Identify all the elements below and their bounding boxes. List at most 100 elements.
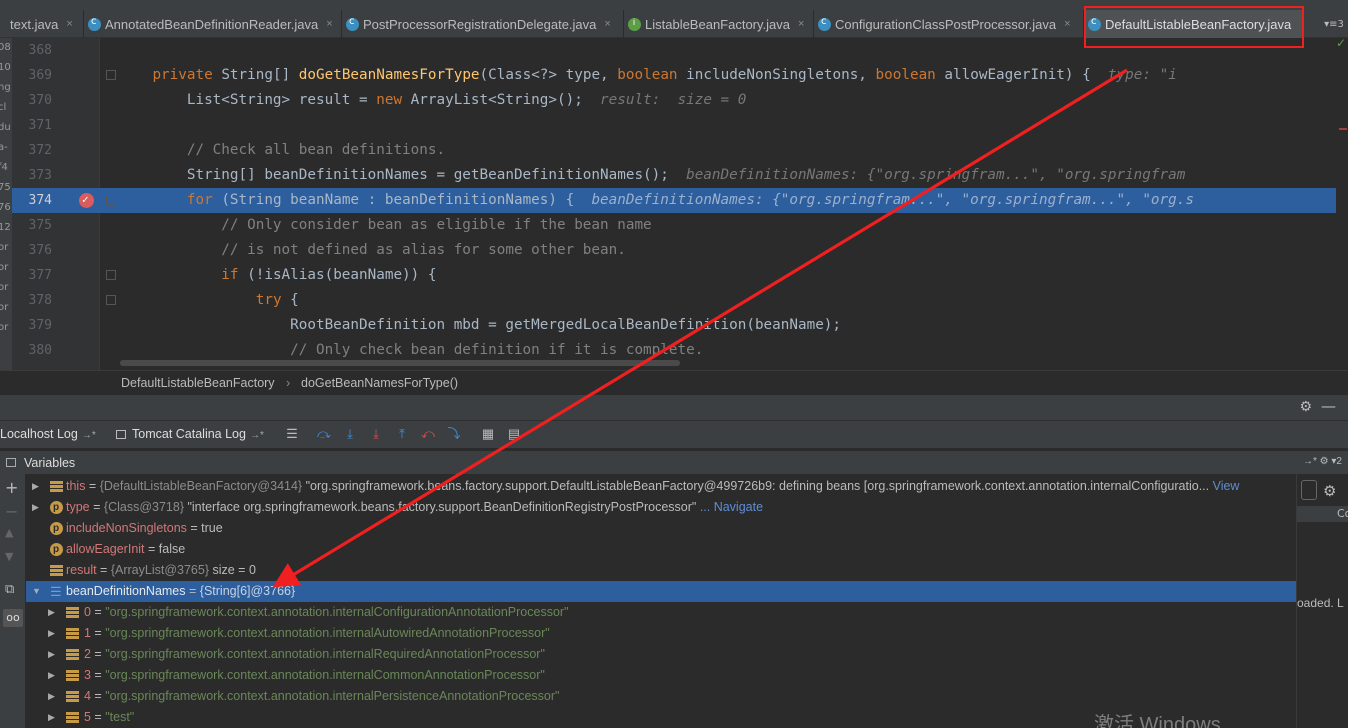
tab-text[interactable]: text.java × bbox=[0, 10, 84, 38]
remove-watch-icon[interactable]: − bbox=[5, 502, 18, 521]
variable-ref: {String[6]@3766} bbox=[199, 584, 296, 598]
interface-file-icon bbox=[628, 17, 641, 31]
show-execution-point-icon[interactable]: ☰ bbox=[284, 426, 300, 442]
tab-postprocessorregistrationdelegate[interactable]: PostProcessorRegistrationDelegate.java × bbox=[342, 10, 624, 38]
code-token: (String beanName : beanDefinitionNames) … bbox=[221, 192, 592, 208]
tab-configurationclasspostprocessor[interactable]: ConfigurationClassPostProcessor.java × bbox=[814, 10, 1084, 38]
current-execution-line[interactable]: 374 for (String beanName : beanDefinitio… bbox=[12, 187, 1336, 213]
variables-tree[interactable]: ▶ this = {DefaultListableBeanFactory@3414… bbox=[26, 474, 1296, 728]
move-up-icon[interactable]: ▲ bbox=[5, 526, 13, 539]
array-element-row[interactable]: ▶ 1 = "org.springframework.context.annota… bbox=[26, 623, 1296, 644]
code-line[interactable]: 377 if (!isAlias(beanName)) { bbox=[12, 263, 1336, 288]
variables-icon bbox=[6, 458, 16, 467]
code-line[interactable]: 373 String[] beanDefinitionNames = getBe… bbox=[12, 163, 1336, 188]
move-down-icon[interactable]: ▼ bbox=[5, 550, 13, 563]
run-to-cursor-icon[interactable]: ⤵ bbox=[446, 426, 462, 442]
close-icon[interactable]: × bbox=[798, 18, 804, 30]
panel-options[interactable]: →* ⚙ ▾2 bbox=[1303, 456, 1342, 467]
breakpoint-icon[interactable] bbox=[79, 187, 94, 212]
fold-marker-icon[interactable] bbox=[106, 195, 116, 205]
code-line[interactable]: 376 // is not defined as alias for some … bbox=[12, 238, 1336, 263]
expand-arrow-icon[interactable]: ▼ bbox=[32, 581, 41, 602]
show-watches-icon[interactable]: oo bbox=[3, 609, 23, 627]
error-stripe-mark[interactable] bbox=[1339, 128, 1347, 130]
line-number: 378 bbox=[28, 293, 52, 308]
gear-icon[interactable]: ⚙ bbox=[1299, 399, 1312, 415]
array-element-row[interactable]: ▶ 3 = "org.springframework.context.annota… bbox=[26, 665, 1296, 686]
step-out-icon[interactable]: ⤒ bbox=[394, 426, 410, 442]
close-icon[interactable]: × bbox=[604, 18, 610, 30]
tab-annotatedbeandefinitionreader[interactable]: AnnotatedBeanDefinitionReader.java × bbox=[84, 10, 342, 38]
breadcrumb-class[interactable]: DefaultListableBeanFactory bbox=[121, 376, 275, 390]
code-line[interactable]: 378 try { bbox=[12, 288, 1336, 313]
code-editor[interactable]: 368 369 private String[] doGetBeanNamesFo… bbox=[12, 38, 1336, 376]
evaluate-expression-icon[interactable]: ▦ bbox=[480, 426, 496, 442]
code-line[interactable]: 375 // Only consider bean as eligible if… bbox=[12, 213, 1336, 238]
inline-debug-value: beanDefinitionNames: {"org.springfram...… bbox=[686, 167, 1186, 183]
tab-list-menu-button[interactable]: ▾≡3 bbox=[1320, 10, 1348, 38]
variable-row[interactable]: includeNonSingletons = true bbox=[26, 518, 1296, 539]
expand-arrow-icon[interactable]: ▶ bbox=[32, 476, 39, 497]
lines-variable-icon bbox=[50, 565, 63, 576]
pin-icon[interactable]: →* bbox=[82, 430, 96, 441]
tab-tomcat-catalina-log[interactable]: Tomcat Catalina Log →* bbox=[116, 427, 264, 441]
breadcrumb-method[interactable]: doGetBeanNamesForType() bbox=[301, 376, 458, 390]
drop-frame-icon[interactable]: ⤺ bbox=[420, 426, 436, 442]
code-line[interactable]: 369 private String[] doGetBeanNamesForTy… bbox=[12, 63, 1336, 88]
code-line[interactable]: 379 RootBeanDefinition mbd = getMergedLo… bbox=[12, 313, 1336, 338]
expand-arrow-icon[interactable]: ▶ bbox=[32, 497, 39, 518]
code-line[interactable]: 370 List<String> result = new ArrayList<… bbox=[12, 88, 1336, 113]
code-line[interactable]: 380 // Only check bean definition if it … bbox=[12, 338, 1336, 363]
string-value: "org.springframework.context.annotation.… bbox=[105, 605, 569, 619]
string-value: "org.springframework.context.annotation.… bbox=[105, 626, 550, 640]
variable-row[interactable]: ▼ beanDefinitionNames = {String[6]@3766} bbox=[26, 581, 1296, 602]
expand-arrow-icon[interactable]: ▶ bbox=[48, 602, 55, 623]
expand-arrow-icon[interactable]: ▶ bbox=[48, 686, 55, 707]
code-line[interactable]: 372 // Check all bean definitions. bbox=[12, 138, 1336, 163]
array-element-row[interactable]: ▶ 0 = "org.springframework.context.annota… bbox=[26, 602, 1296, 623]
code-token: if bbox=[221, 267, 248, 283]
trace-icon[interactable]: ▤ bbox=[506, 426, 522, 442]
variable-value: size = 0 bbox=[212, 563, 256, 577]
code-line[interactable]: 371 bbox=[12, 113, 1336, 138]
array-index: 1 bbox=[84, 626, 91, 640]
tab-localhost-log[interactable]: Localhost Log →* bbox=[0, 427, 96, 441]
project-tree-fragment: f4 bbox=[0, 162, 8, 173]
fold-marker-icon[interactable] bbox=[106, 70, 116, 80]
equals-sign: = bbox=[185, 584, 200, 598]
variable-name: includeNonSingletons bbox=[66, 521, 187, 535]
add-watch-icon[interactable]: + bbox=[5, 478, 18, 497]
frames-dropdown[interactable] bbox=[1301, 480, 1317, 500]
close-icon[interactable]: × bbox=[1064, 18, 1070, 30]
variable-row[interactable]: ▶ type = {Class@3718} "interface org.spri… bbox=[26, 497, 1296, 518]
variable-text: 5 = "test" bbox=[84, 707, 134, 728]
variable-row[interactable]: ▶ this = {DefaultListableBeanFactory@3414… bbox=[26, 476, 1296, 497]
pin-icon[interactable]: →* bbox=[250, 430, 264, 441]
line-number: 380 bbox=[28, 343, 52, 358]
force-step-into-icon[interactable]: ⤓ bbox=[368, 426, 384, 442]
gear-icon[interactable]: ⚙ bbox=[1323, 482, 1336, 500]
expand-arrow-icon[interactable]: ▶ bbox=[48, 623, 55, 644]
minimize-icon[interactable]: — bbox=[1321, 397, 1336, 415]
inline-debug-value: result: size = 0 bbox=[600, 92, 747, 108]
variable-row[interactable]: allowEagerInit = false bbox=[26, 539, 1296, 560]
array-element-row[interactable]: ▶ 4 = "org.springframework.context.annota… bbox=[26, 686, 1296, 707]
expand-arrow-icon[interactable]: ▶ bbox=[48, 665, 55, 686]
array-index: 5 bbox=[84, 710, 91, 724]
array-element-row[interactable]: ▶ 2 = "org.springframework.context.annota… bbox=[26, 644, 1296, 665]
tab-listablebeanfactory[interactable]: ListableBeanFactory.java × bbox=[624, 10, 814, 38]
variable-action-link[interactable]: View bbox=[1209, 479, 1240, 493]
fold-marker-icon[interactable] bbox=[106, 270, 116, 280]
close-icon[interactable]: × bbox=[326, 18, 332, 30]
step-over-icon[interactable]: ⤼ bbox=[316, 426, 332, 442]
line-number: 379 bbox=[28, 318, 52, 333]
close-icon[interactable]: × bbox=[66, 18, 72, 30]
step-into-icon[interactable]: ⤓ bbox=[342, 426, 358, 442]
expand-arrow-icon[interactable]: ▶ bbox=[48, 644, 55, 665]
copy-icon[interactable]: ⧉ bbox=[5, 582, 14, 597]
fold-marker-icon[interactable] bbox=[106, 295, 116, 305]
variable-row[interactable]: result = {ArrayList@3765} size = 0 bbox=[26, 560, 1296, 581]
variable-action-link[interactable]: ... Navigate bbox=[696, 500, 763, 514]
expand-arrow-icon[interactable]: ▶ bbox=[48, 707, 55, 728]
